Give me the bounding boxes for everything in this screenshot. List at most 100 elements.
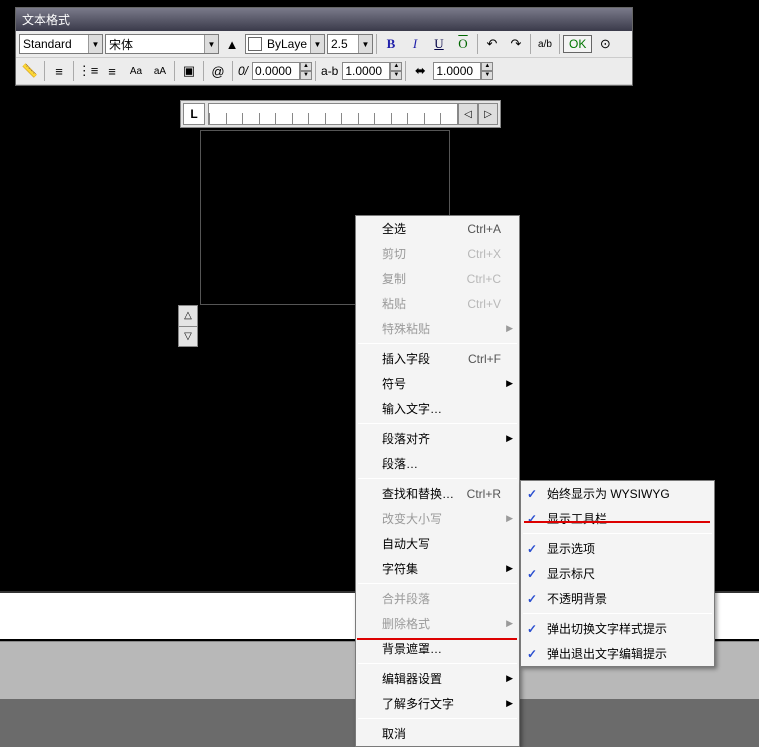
menu-item: 复制Ctrl+C <box>356 266 519 291</box>
uppercase-icon[interactable]: Aa <box>125 60 147 82</box>
menu-label: 始终显示为 WYSIWYG <box>547 485 670 502</box>
menu-item: 合并段落 <box>356 586 519 611</box>
spin-down-icon[interactable]: ▼ <box>481 71 493 80</box>
spin-up-icon[interactable]: ▲ <box>481 62 493 71</box>
ruler-left-icon[interactable]: ◁ <box>458 103 478 125</box>
menu-label: 字符集 <box>382 560 418 577</box>
scroll-up-icon[interactable]: △ <box>179 306 197 327</box>
menu-label: 自动大写 <box>382 535 430 552</box>
height-input[interactable] <box>328 35 358 53</box>
tab-type-button[interactable]: L <box>183 103 205 125</box>
menu-label: 显示标尺 <box>547 565 595 582</box>
stack-button[interactable]: a/b <box>534 33 556 55</box>
menu-item[interactable]: 了解多行文字▶ <box>356 691 519 716</box>
field-icon[interactable]: ▣ <box>178 60 200 82</box>
check-icon: ✓ <box>527 542 537 556</box>
toolbar-row-2: 📏 ≡ ⋮≡ ≡ Aa aA ▣ @ 0/ ▲▼ a-b ▲▼ ⬌ ▲▼ <box>16 58 632 85</box>
ruler[interactable] <box>208 103 458 125</box>
oblique-label: 0/ <box>236 64 250 78</box>
numbering-icon[interactable]: ≡ <box>101 60 123 82</box>
underline-button[interactable]: U <box>428 33 450 55</box>
menu-label: 复制 <box>382 270 406 287</box>
annotative-icon[interactable]: ▲ <box>221 33 243 55</box>
menu-separator <box>358 663 517 664</box>
menu-label: 输入文字… <box>382 400 442 417</box>
height-dropdown-icon[interactable]: ▼ <box>358 35 372 53</box>
menu-item[interactable]: 字符集 ▶ <box>356 556 519 581</box>
menu-item[interactable]: ✓ 显示标尺 <box>521 561 714 586</box>
spin-down-icon[interactable]: ▼ <box>390 71 402 80</box>
layer-combo[interactable]: ▼ <box>245 34 325 54</box>
menu-item[interactable]: ✓始终显示为 WYSIWYG <box>521 481 714 506</box>
font-input[interactable] <box>106 35 204 53</box>
menu-item[interactable]: ✓不透明背景 <box>521 586 714 611</box>
justify-icon[interactable]: ≡ <box>48 60 70 82</box>
lowercase-icon[interactable]: aA <box>149 60 171 82</box>
menu-item[interactable]: 插入字段Ctrl+F <box>356 346 519 371</box>
symbol-at-icon[interactable]: @ <box>207 60 229 82</box>
ruler-toggle-icon[interactable]: 📏 <box>19 60 41 82</box>
layer-dropdown-icon[interactable]: ▼ <box>310 35 324 53</box>
style-dropdown-icon[interactable]: ▼ <box>88 35 102 53</box>
menu-item[interactable]: ✓弹出退出文字编辑提示 <box>521 641 714 666</box>
bold-button[interactable]: B <box>380 33 402 55</box>
menu-item: 删除格式▶ <box>356 611 519 636</box>
check-icon: ✓ <box>527 567 537 581</box>
menu-item[interactable]: 编辑器设置 ▶ <box>356 666 519 691</box>
style-input[interactable] <box>20 35 88 53</box>
width-field[interactable]: ▲▼ <box>433 62 493 80</box>
tracking-input[interactable] <box>342 62 390 80</box>
tracking-field[interactable]: ▲▼ <box>342 62 402 80</box>
submenu-arrow-icon: ▶ <box>506 433 513 444</box>
ok-button[interactable]: OK <box>563 35 592 53</box>
oblique-field[interactable]: ▲▼ <box>252 62 312 80</box>
menu-separator <box>523 613 712 614</box>
submenu-arrow-icon: ▶ <box>506 513 513 524</box>
italic-button[interactable]: I <box>404 33 426 55</box>
width-input[interactable] <box>433 62 481 80</box>
ruler-right-icon[interactable]: ▷ <box>478 103 498 125</box>
titlebar[interactable]: 文本格式 <box>16 8 632 31</box>
submenu-arrow-icon: ▶ <box>506 698 513 709</box>
menu-item: 剪切Ctrl+X <box>356 241 519 266</box>
submenu-arrow-icon: ▶ <box>506 673 513 684</box>
spin-down-icon[interactable]: ▼ <box>300 71 312 80</box>
layer-input[interactable] <box>264 35 310 53</box>
submenu-arrow-icon: ▶ <box>506 563 513 574</box>
menu-item[interactable]: 查找和替换…Ctrl+R <box>356 481 519 506</box>
width-icon[interactable]: ⬌ <box>409 60 431 82</box>
menu-label: 弹出切换文字样式提示 <box>547 620 667 637</box>
menu-label: 改变大小写 <box>382 510 442 527</box>
text-format-toolbar: 文本格式 ▼ ▼ ▲ ▼ ▼ B I U O ↶ ↷ a/b OK ⊙ <box>15 7 633 86</box>
menu-item[interactable]: 自动大写 <box>356 531 519 556</box>
menu-label: 符号 <box>382 375 406 392</box>
menu-item[interactable]: 符号▶ <box>356 371 519 396</box>
menu-item[interactable]: 全选Ctrl+A <box>356 216 519 241</box>
font-combo[interactable]: ▼ <box>105 34 219 54</box>
menu-item: 粘贴Ctrl+V <box>356 291 519 316</box>
style-combo[interactable]: ▼ <box>19 34 103 54</box>
menu-item[interactable]: 输入文字… <box>356 396 519 421</box>
overline-button[interactable]: O <box>452 33 474 55</box>
scroll-down-icon[interactable]: ▽ <box>179 327 197 347</box>
undo-button[interactable]: ↶ <box>481 33 503 55</box>
menu-label: 剪切 <box>382 245 406 262</box>
spin-up-icon[interactable]: ▲ <box>300 62 312 71</box>
menu-item[interactable]: 段落… <box>356 451 519 476</box>
more-button[interactable]: ⊙ <box>594 33 616 55</box>
menu-item[interactable]: 取消 <box>356 721 519 746</box>
menu-item[interactable]: ✓显示选项 <box>521 536 714 561</box>
height-combo[interactable]: ▼ <box>327 34 373 54</box>
bullets-icon[interactable]: ⋮≡ <box>77 60 99 82</box>
menu-item[interactable]: ✓显示工具栏 <box>521 506 714 531</box>
menu-item[interactable]: ✓弹出切换文字样式提示 <box>521 616 714 641</box>
menu-label: 编辑器设置 <box>382 670 442 687</box>
menu-item[interactable]: 段落对齐▶ <box>356 426 519 451</box>
redo-button[interactable]: ↷ <box>505 33 527 55</box>
menu-label: 合并段落 <box>382 590 430 607</box>
font-dropdown-icon[interactable]: ▼ <box>204 35 218 53</box>
oblique-input[interactable] <box>252 62 300 80</box>
menu-shortcut: Ctrl+R <box>455 487 501 501</box>
spin-up-icon[interactable]: ▲ <box>390 62 402 71</box>
vertical-scroll: △ ▽ <box>178 305 198 347</box>
